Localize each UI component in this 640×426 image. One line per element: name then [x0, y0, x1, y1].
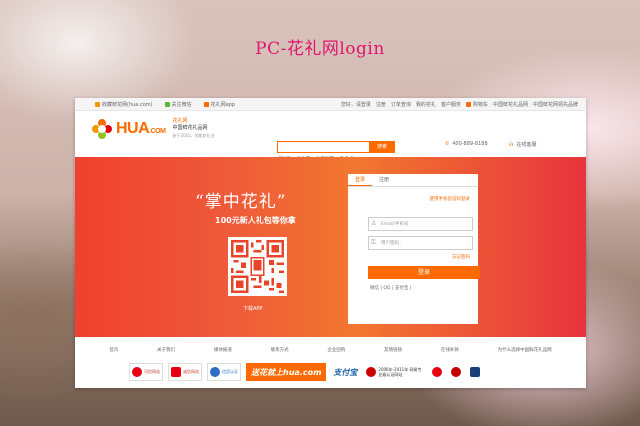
hero-subslogan: 100元新人礼包等你拿 — [215, 216, 296, 225]
cart-icon — [465, 102, 471, 107]
login-tabs: 登录 注册 — [348, 174, 478, 187]
star-icon — [95, 102, 100, 107]
forgot-password-link[interactable]: 忘记密码 — [452, 254, 470, 260]
online-service[interactable]: ☊ 在线客服 — [509, 141, 536, 149]
tab-register[interactable]: 注册 — [372, 174, 396, 186]
medal-icon — [366, 367, 377, 377]
shield-icon — [132, 367, 142, 377]
footer-link-about[interactable]: 关于我们 — [157, 347, 175, 353]
username-field[interactable]: ♙ Email/手机号 — [368, 217, 473, 231]
footer-link-payment[interactable]: 在线补款 — [441, 347, 459, 353]
download-app-label: 下载APP — [243, 306, 263, 312]
app-link[interactable]: 花礼网app — [203, 101, 235, 108]
phone-icon: ✆ — [445, 141, 450, 147]
phone-code-login-link[interactable]: 使用手机验证码登录 — [430, 196, 471, 202]
footer-link-home[interactable]: 首页 — [109, 347, 118, 353]
login-panel: 登录 注册 使用手机验证码登录 ♙ Email/手机号 ⚿ 用户密码： 忘记密码… — [348, 174, 480, 324]
bookmark-link[interactable]: 收藏鲜花网(hua.com) — [95, 101, 153, 108]
bbb-icon — [470, 367, 481, 377]
badge-alipay[interactable]: 支付宝 — [331, 364, 359, 380]
badge-police[interactable] — [449, 364, 463, 380]
hero-banner: “掌中花礼” 100元新人礼包等你拿 下载APP 登录 注册 使用手机验证码登录… — [75, 157, 586, 337]
logo-wordmark: HUA.COM — [116, 119, 166, 137]
footer-link-contact[interactable]: 联系方式 — [271, 347, 289, 353]
user-icon: ♙ — [371, 220, 377, 227]
seal-icon — [210, 367, 220, 377]
site-name-link[interactable]: 中国鲜花礼品网 — [493, 101, 528, 108]
police-emblem-icon — [451, 367, 462, 377]
hotline: ✆ 400-889-8188 — [445, 141, 488, 147]
my-account-link[interactable]: 我的花礼 — [416, 101, 436, 108]
qr-code-icon — [231, 240, 284, 293]
hero-slogan: “掌中花礼” — [195, 192, 287, 212]
badge-bbb[interactable] — [468, 364, 482, 380]
cart-link[interactable]: 购物车 — [465, 101, 488, 108]
social-login-links[interactable]: 微信 | QQ | 支付宝 | — [370, 285, 411, 291]
greeting-login-link[interactable]: 您好，请登录 — [341, 101, 371, 108]
website-screenshot: 收藏鲜花网(hua.com) 关注微信 花礼网app 您好，请登录 注册 订单查… — [75, 98, 586, 388]
brand-claim-link[interactable]: 中国鲜花网领先品牌 — [533, 101, 578, 108]
badge-hua-slogan[interactable]: 送花就上hua.com — [246, 363, 327, 381]
badge-integrity[interactable]: 诚信网站 — [168, 363, 202, 381]
wechat-link[interactable]: 关注微信 — [164, 101, 192, 108]
footer-nav: 首页 关于我们 媒体报道 联系方式 企业团购 友情链接 在线补款 为什么选择中国… — [75, 347, 586, 353]
footer-link-why[interactable]: 为什么选择中国鲜花礼品网 — [498, 347, 552, 353]
search-input[interactable] — [277, 141, 371, 153]
footer-link-corporate[interactable]: 企业团购 — [327, 347, 345, 353]
search-button[interactable]: 搜索 — [369, 141, 395, 153]
footer-link-media[interactable]: 媒体报道 — [214, 347, 232, 353]
footer-link-friends[interactable]: 友情链接 — [384, 347, 402, 353]
phone-icon — [203, 102, 209, 107]
badge-credit[interactable]: 信用认证 — [207, 363, 241, 381]
register-link[interactable]: 注册 — [376, 101, 386, 108]
header: HUA.COM 花礼网 中国鲜花礼品网 始于2005，领航花礼业 搜索 红玫瑰 … — [75, 111, 586, 162]
trust-badges: 可信网站 诚信网站 信用认证 送花就上hua.com 支付宝 2006年-201… — [129, 363, 482, 381]
tab-login[interactable]: 登录 — [348, 174, 373, 186]
badge-commerce-bureau[interactable] — [430, 364, 444, 380]
app-qr-code — [228, 237, 287, 296]
wechat-icon — [164, 102, 170, 107]
order-query-link[interactable]: 订单查询 — [391, 101, 411, 108]
headset-icon: ☊ — [509, 141, 514, 148]
logo-text: 花礼网 中国鲜花礼品网 始于2005，领航花礼业 — [172, 118, 215, 138]
badge-trusted-site[interactable]: 可信网站 — [129, 363, 163, 381]
certificate-icon — [171, 367, 181, 377]
flower-logo-icon — [92, 118, 112, 139]
customer-service-link[interactable]: 客户服务 — [441, 101, 461, 108]
emblem-icon — [432, 367, 443, 377]
password-field[interactable]: ⚿ 用户密码： — [368, 236, 473, 250]
page-caption: PC-花礼网login — [255, 39, 385, 59]
site-logo[interactable]: HUA.COM 花礼网 中国鲜花礼品网 始于2005，领航花礼业 — [92, 118, 215, 139]
login-button[interactable]: 登录 — [368, 266, 480, 279]
lock-icon: ⚿ — [371, 239, 376, 246]
top-bar: 收藏鲜花网(hua.com) 关注微信 花礼网app 您好，请登录 注册 订单查… — [75, 98, 586, 111]
badge-netease-cert[interactable]: 2006年-2011年 网易专业级认证网站 — [364, 364, 425, 380]
